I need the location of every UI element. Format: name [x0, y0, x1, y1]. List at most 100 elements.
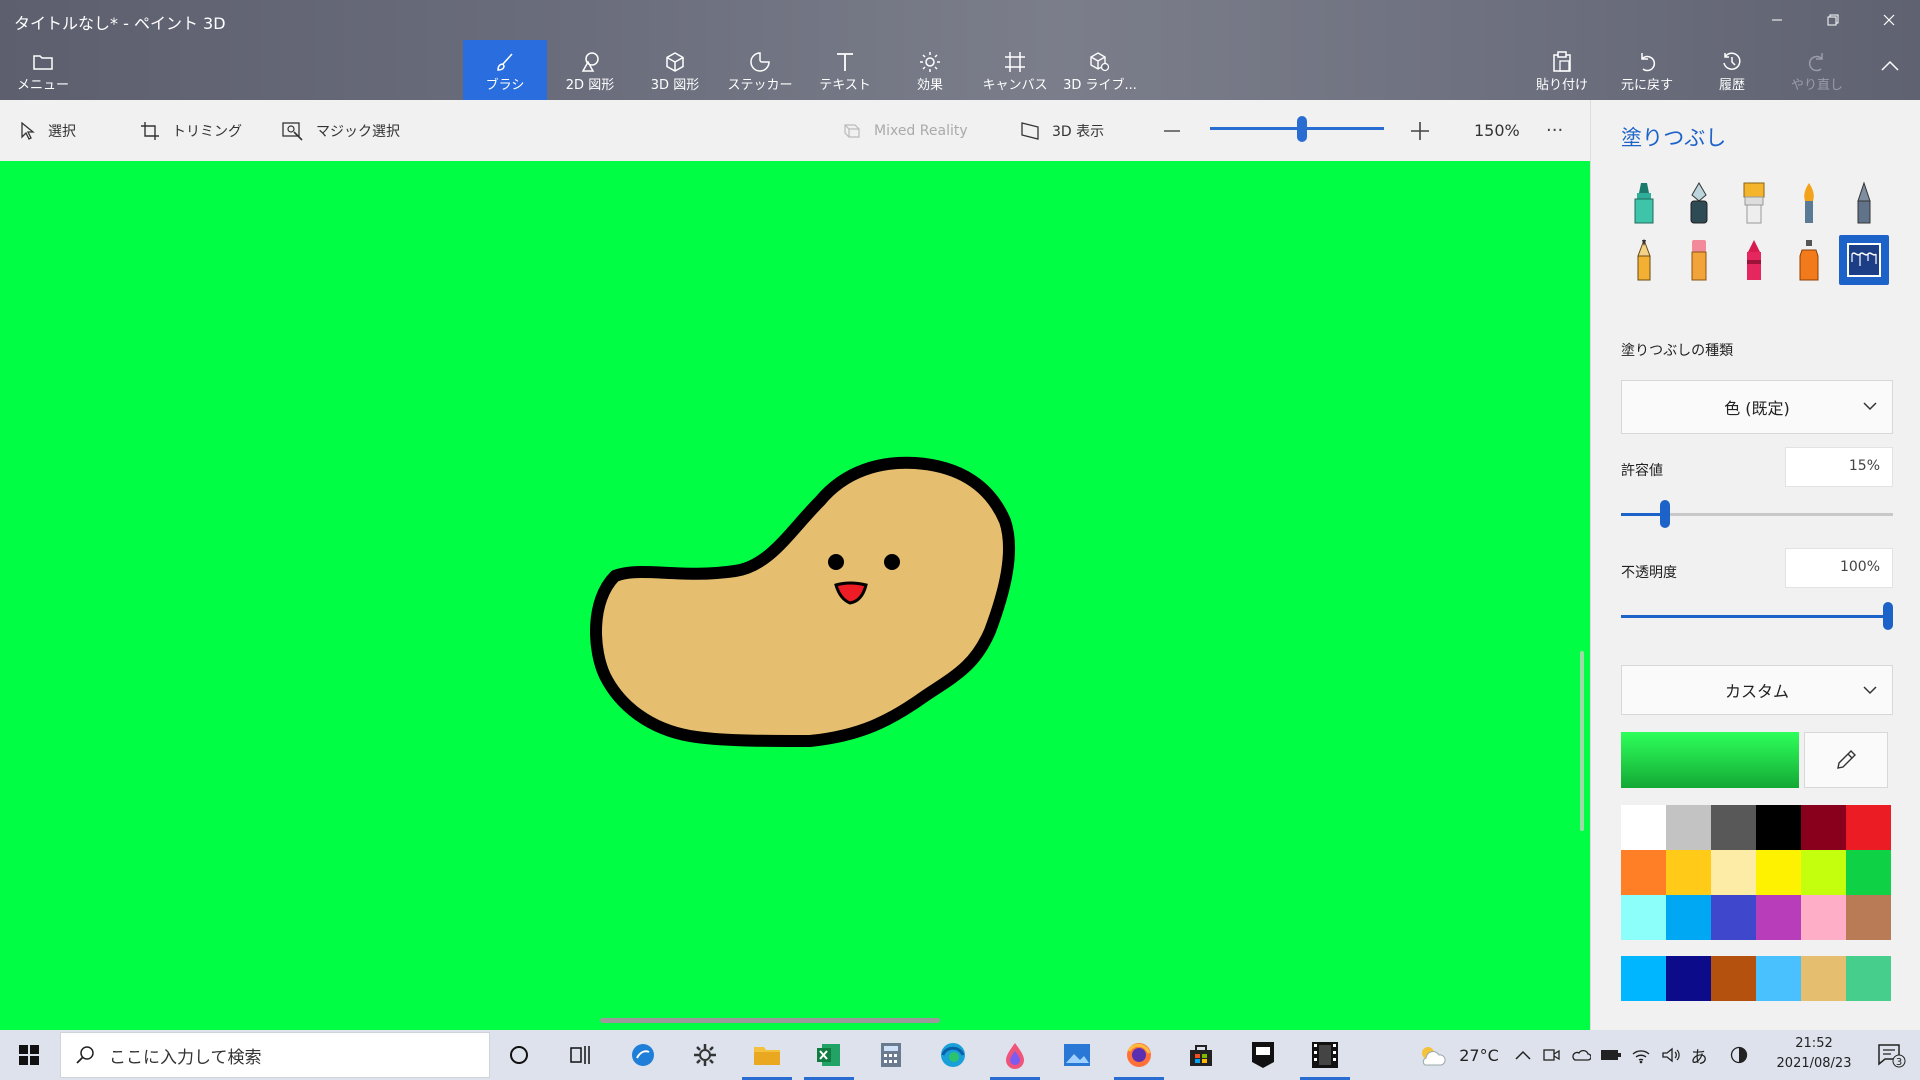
tab-brush[interactable]: ブラシ: [463, 40, 547, 100]
undo-button[interactable]: 元に戻す: [1605, 40, 1689, 100]
palette-swatch-11[interactable]: [1846, 850, 1891, 895]
watercolor-brush-icon[interactable]: [1784, 178, 1834, 228]
taskbar-search[interactable]: ここに入力して検索: [60, 1032, 490, 1078]
crop-button[interactable]: トリミング: [140, 100, 242, 161]
drawing-canvas[interactable]: [0, 161, 1590, 1030]
palette-swatch-2[interactable]: [1711, 805, 1756, 850]
view-3d-button[interactable]: 3D 表示: [1020, 100, 1104, 161]
firefox-app[interactable]: [1114, 1030, 1164, 1080]
vertical-scrollbar[interactable]: [1580, 651, 1584, 831]
palette-swatch-7[interactable]: [1666, 850, 1711, 895]
pencil-icon[interactable]: [1619, 235, 1669, 285]
cortana-button[interactable]: [494, 1030, 544, 1080]
battery-icon: [1601, 1050, 1621, 1060]
palette-swatch-12[interactable]: [1621, 895, 1666, 940]
start-button[interactable]: [0, 1030, 58, 1080]
magic-select-button[interactable]: マジック選択: [282, 100, 400, 161]
palette-swatch-3[interactable]: [1756, 805, 1801, 850]
restore-button[interactable]: [1810, 0, 1856, 40]
tab-2d-shapes[interactable]: 2D 図形: [548, 40, 632, 100]
file-explorer-app[interactable]: [742, 1030, 792, 1080]
opacity-input[interactable]: 100%: [1785, 548, 1893, 588]
settings-app[interactable]: [680, 1030, 730, 1080]
more-options-button[interactable]: ···: [1546, 100, 1563, 161]
paste-button[interactable]: 貼り付け: [1520, 40, 1604, 100]
show-hidden-icons-button[interactable]: [1510, 1030, 1536, 1080]
palette-swatch-14[interactable]: [1711, 895, 1756, 940]
pixel-pen-icon[interactable]: [1839, 178, 1889, 228]
palette-swatch-17[interactable]: [1846, 895, 1891, 940]
paint3d-app[interactable]: [990, 1030, 1040, 1080]
palette-swatch-8[interactable]: [1711, 850, 1756, 895]
system-clock[interactable]: 21:52 2021/08/23: [1768, 1034, 1860, 1074]
select-button[interactable]: 選択: [20, 100, 76, 161]
palette-swatch-16[interactable]: [1801, 895, 1846, 940]
ime-indicator[interactable]: あ: [1686, 1030, 1712, 1080]
redo-button[interactable]: やり直し: [1775, 40, 1859, 100]
meet-now-button[interactable]: [1538, 1030, 1564, 1080]
custom-swatch-0[interactable]: [1621, 956, 1666, 1001]
weather-widget[interactable]: [1414, 1030, 1450, 1080]
palette-swatch-15[interactable]: [1756, 895, 1801, 940]
palette-swatch-0[interactable]: [1621, 805, 1666, 850]
palette-swatch-1[interactable]: [1666, 805, 1711, 850]
menu-button[interactable]: メニュー: [14, 40, 72, 100]
zoom-in-button[interactable]: [1410, 100, 1430, 161]
custom-swatch-2[interactable]: [1711, 956, 1756, 1001]
mixed-reality-button[interactable]: Mixed Reality: [842, 100, 968, 161]
video-editor-app[interactable]: [1300, 1030, 1350, 1080]
palette-swatch-9[interactable]: [1756, 850, 1801, 895]
palette-swatch-4[interactable]: [1801, 805, 1846, 850]
zoom-out-button[interactable]: [1163, 100, 1181, 161]
marker-brush-icon[interactable]: [1619, 178, 1669, 228]
battery-button[interactable]: [1598, 1030, 1624, 1080]
photos-app[interactable]: [1052, 1030, 1102, 1080]
excel-app[interactable]: [804, 1030, 854, 1080]
calculator-app[interactable]: [866, 1030, 916, 1080]
store-app[interactable]: [1176, 1030, 1226, 1080]
palette-swatch-10[interactable]: [1801, 850, 1846, 895]
tolerance-input[interactable]: 15%: [1785, 447, 1893, 487]
history-button[interactable]: 履歴: [1690, 40, 1774, 100]
tab-text[interactable]: テキスト: [803, 40, 887, 100]
tab-3d-shapes[interactable]: 3D 図形: [633, 40, 717, 100]
edge-legacy-app[interactable]: [618, 1030, 668, 1080]
tab-sticker[interactable]: ステッカー: [718, 40, 802, 100]
volume-button[interactable]: [1658, 1030, 1684, 1080]
palette-swatch-5[interactable]: [1846, 805, 1891, 850]
edge-app[interactable]: [928, 1030, 978, 1080]
tab-effects[interactable]: 効果: [888, 40, 972, 100]
spray-can-icon[interactable]: [1784, 235, 1834, 285]
epic-games-app[interactable]: [1238, 1030, 1288, 1080]
ime-mode-button[interactable]: [1716, 1030, 1762, 1080]
zoom-slider-thumb[interactable]: [1297, 116, 1307, 142]
custom-swatch-5[interactable]: [1846, 956, 1891, 1001]
opacity-slider-thumb[interactable]: [1883, 602, 1893, 630]
crayon-icon[interactable]: [1729, 235, 1779, 285]
custom-swatch-1[interactable]: [1666, 956, 1711, 1001]
oil-brush-icon[interactable]: [1729, 178, 1779, 228]
weather-temperature[interactable]: 27°C: [1454, 1030, 1504, 1080]
collapse-toolbar-button[interactable]: [1866, 40, 1914, 100]
minimize-button[interactable]: [1754, 0, 1800, 40]
action-center-button[interactable]: 3: [1866, 1030, 1916, 1080]
current-color-swatch[interactable]: [1621, 732, 1799, 788]
close-button[interactable]: [1866, 0, 1912, 40]
onedrive-button[interactable]: [1568, 1030, 1594, 1080]
tab-canvas[interactable]: キャンバス: [973, 40, 1057, 100]
custom-swatch-3[interactable]: [1756, 956, 1801, 1001]
fill-bucket-icon[interactable]: [1839, 235, 1889, 285]
tab-3d-library[interactable]: 3D ライブ...: [1058, 40, 1142, 100]
calligraphy-pen-icon[interactable]: [1674, 178, 1724, 228]
task-view-button[interactable]: [556, 1030, 606, 1080]
custom-swatch-4[interactable]: [1801, 956, 1846, 1001]
eraser-icon[interactable]: [1674, 235, 1724, 285]
network-button[interactable]: [1628, 1030, 1654, 1080]
color-mode-dropdown[interactable]: カスタム: [1621, 665, 1893, 715]
palette-swatch-13[interactable]: [1666, 895, 1711, 940]
palette-swatch-6[interactable]: [1621, 850, 1666, 895]
tolerance-slider-thumb[interactable]: [1660, 500, 1670, 528]
fill-type-dropdown[interactable]: 色 (既定): [1621, 380, 1893, 434]
eyedropper-button[interactable]: [1804, 732, 1888, 788]
horizontal-scrollbar[interactable]: [600, 1018, 940, 1023]
